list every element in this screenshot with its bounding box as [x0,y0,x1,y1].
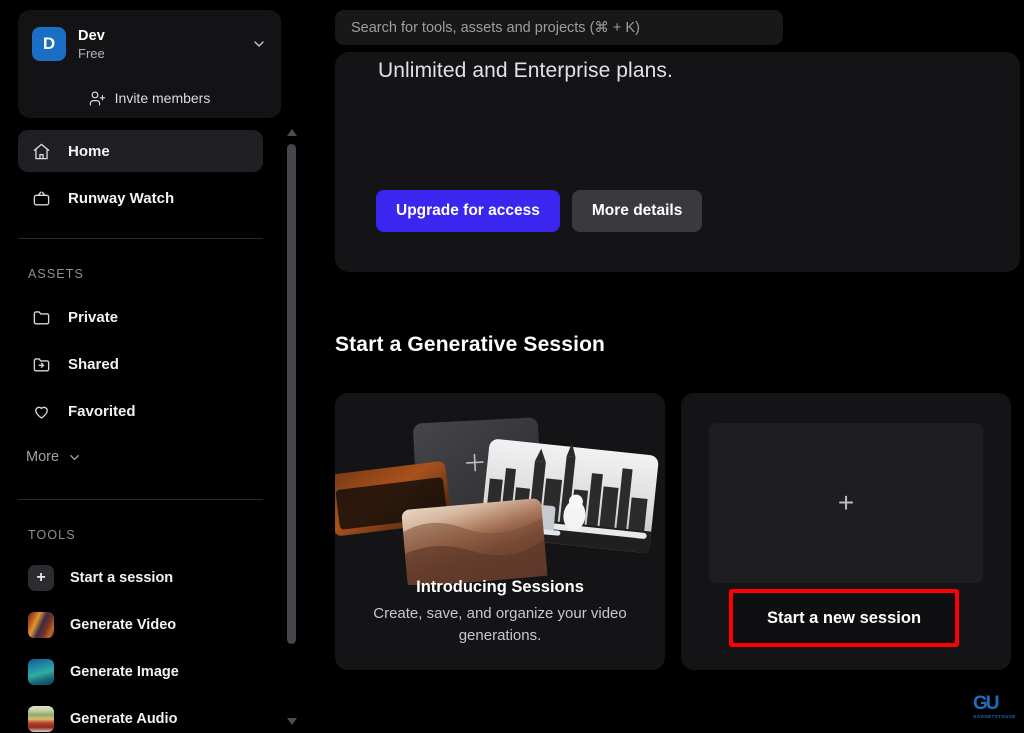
sidebar-section-assets: ASSETS [28,267,84,281]
image-thumbnail-icon [28,659,54,685]
watermark: GU GADGETSTOUSE [973,694,1017,724]
sidebar-item-generate-audio-label: Generate Audio [70,711,178,727]
sidebar-item-generate-video-label: Generate Video [70,617,177,633]
sidebar-item-start-a-session-label: Start a session [70,570,174,586]
chevron-down-icon [67,450,82,465]
upgrade-for-access-button[interactable]: Upgrade for access [376,190,560,232]
sidebar-divider-assets [18,238,263,239]
sidebar-item-favorited[interactable]: Favorited [18,393,263,429]
folder-shared-icon [30,353,52,375]
workspace-card[interactable]: D Dev Free Invite members [18,10,281,118]
plus-icon: + [837,487,855,518]
sessions-collage-illustration [328,405,665,588]
sidebar-divider-tools [18,499,263,500]
sidebar-item-shared[interactable]: Shared [18,346,263,382]
workspace-name: Dev [78,27,105,44]
workspace-plan: Free [78,45,105,61]
sidebar-more-label: More [26,449,60,465]
scroll-up-arrow-icon[interactable] [287,129,297,136]
page-title: Start a Generative Session [335,333,606,356]
sidebar-scrollbar[interactable] [283,126,299,733]
tv-icon [30,187,52,209]
card-introducing-sessions[interactable]: Introducing Sessions Create, save, and o… [328,393,665,670]
plus-icon: + [28,565,54,591]
start-a-new-session-label: Start a new session [766,608,922,627]
card-subtitle-sessions: Create, save, and organize your video ge… [373,605,627,644]
sidebar-item-generate-image[interactable]: Generate Image [18,653,263,691]
sidebar-more-toggle[interactable]: More [26,449,82,465]
app-root: D Dev Free Invite members Home Runway Wa… [0,0,1024,733]
search-input[interactable] [335,10,783,45]
sidebar-item-home[interactable]: Home [18,130,263,172]
watermark-mark: GU [973,693,1000,714]
invite-members-button[interactable]: Invite members [18,78,281,118]
video-thumbnail-icon [28,612,54,638]
new-session-placeholder[interactable]: + [709,423,983,583]
promo-text: Unlimited and Enterprise plans. [378,59,673,82]
sidebar-item-generate-image-label: Generate Image [70,664,179,680]
main-content: Unlimited and Enterprise plans. Upgrade … [300,0,1024,733]
watermark-sub: GADGETSTOUSE [973,714,1016,719]
start-a-new-session-button[interactable]: Start a new session [729,589,959,647]
promo-banner: Unlimited and Enterprise plans. Upgrade … [335,52,1020,272]
sidebar-item-generate-audio[interactable]: Generate Audio [18,700,263,733]
scrollbar-thumb[interactable] [287,144,296,644]
scroll-down-arrow-icon[interactable] [287,718,297,725]
avatar: D [32,27,66,61]
sidebar-item-generate-video[interactable]: Generate Video [18,606,263,644]
sidebar-item-runway-watch[interactable]: Runway Watch [18,177,263,219]
sidebar-item-private-label: Private [68,308,119,326]
audio-thumbnail-icon [28,706,54,732]
sidebar-section-tools: TOOLS [28,528,76,542]
heart-icon [30,400,52,422]
invite-members-label: Invite members [114,90,211,106]
promo-actions: Upgrade for access More details [376,190,703,232]
workspace-meta: Dev Free [78,28,105,61]
chevron-down-icon[interactable] [251,36,267,52]
home-icon [30,140,52,162]
sidebar: D Dev Free Invite members Home Runway Wa… [0,0,282,733]
card-title-sessions: Introducing Sessions [416,578,584,596]
card-new-session[interactable]: + Start a new session [681,393,1011,670]
more-details-button[interactable]: More details [571,190,703,232]
folder-icon [30,306,52,328]
sidebar-item-start-a-session[interactable]: + Start a session [18,559,263,597]
person-add-icon [89,90,106,107]
sidebar-item-runway-watch-label: Runway Watch [68,189,175,207]
workspace-switcher[interactable]: D Dev Free [18,10,281,78]
sidebar-item-private[interactable]: Private [18,299,263,335]
sidebar-item-shared-label: Shared [68,355,119,373]
sidebar-item-home-label: Home [68,142,110,160]
sidebar-item-favorited-label: Favorited [68,402,136,420]
